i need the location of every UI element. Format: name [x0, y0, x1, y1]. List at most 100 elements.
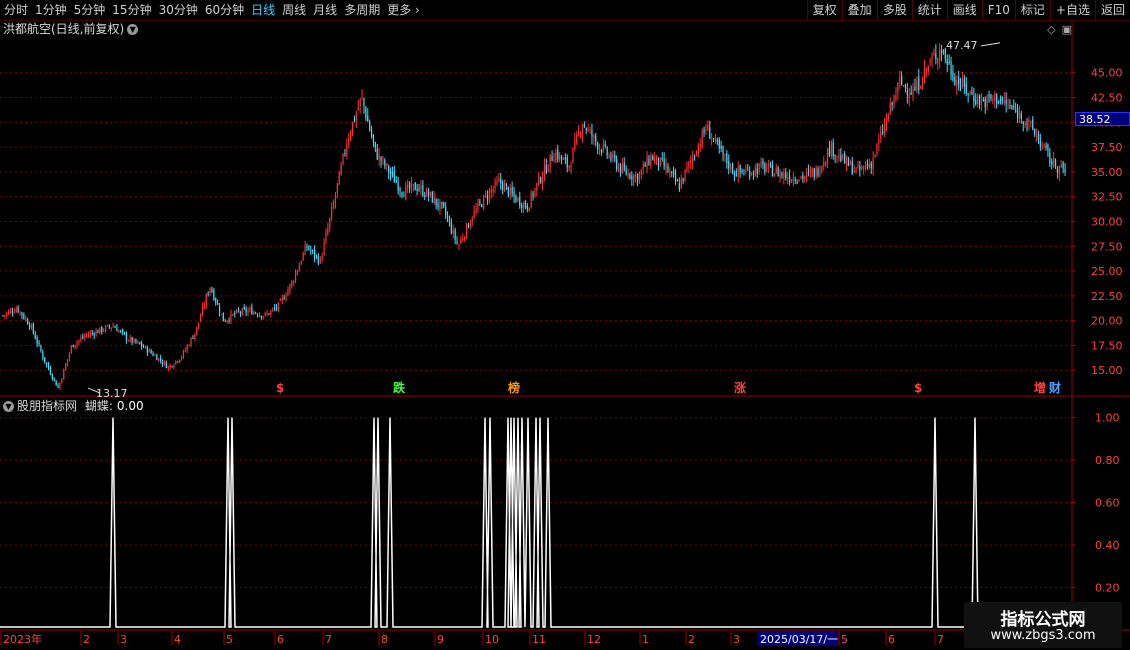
candle-body [99, 327, 101, 334]
toolbar-button-0[interactable]: 复权 [806, 0, 842, 20]
candle-body [530, 192, 532, 208]
watermark: 指标公式网 www.zbgs3.com [964, 602, 1122, 648]
candle-body [310, 249, 312, 251]
candle-body [397, 182, 399, 191]
tab-4[interactable]: 30分钟 [159, 0, 198, 20]
tab-3[interactable]: 15分钟 [112, 0, 151, 20]
candle-body [1011, 105, 1013, 109]
candle-body [2, 315, 4, 317]
candle-body [1053, 157, 1055, 167]
candle-body [914, 86, 916, 91]
candle-body [676, 180, 679, 182]
candle-body [604, 143, 606, 146]
candle-body [754, 167, 756, 176]
candle-body [929, 61, 931, 63]
candle-body [289, 284, 291, 291]
candle-body [931, 57, 933, 61]
candle-body [167, 366, 169, 369]
candle-body [475, 208, 477, 213]
candle-body [287, 289, 289, 296]
candle-body [450, 222, 452, 233]
candle-body [460, 239, 462, 244]
window-toggle-icon[interactable]: ▣ [1062, 23, 1072, 36]
candle-body [807, 169, 810, 172]
candle-body [579, 133, 582, 135]
tab-8[interactable]: 月线 [313, 0, 337, 20]
candle-body [617, 166, 620, 171]
candle-body [76, 342, 78, 346]
toolbar-button-5[interactable]: F10 [981, 0, 1015, 20]
chevron-down-icon[interactable]: ▼ [127, 24, 139, 35]
tab-6[interactable]: 日线 [251, 0, 275, 20]
candle-body [380, 156, 382, 162]
candle-body [435, 198, 437, 205]
candle-body [188, 345, 190, 347]
candle-body [192, 337, 194, 339]
chart-canvas[interactable]: 45.00 42.50 4 0.00 37.50 35.00 32.50 30.00 27.50… [0, 0, 1130, 650]
candle-body [17, 307, 19, 312]
candle-body [108, 325, 110, 328]
diamond-icon[interactable]: ◇ [1047, 23, 1055, 36]
candle-body [175, 360, 177, 364]
time-axis-label: 8 [381, 633, 388, 646]
tab-2[interactable]: 5分钟 [74, 0, 106, 20]
candle-body [211, 289, 213, 293]
candle-body [714, 136, 717, 141]
candle-body [222, 312, 224, 322]
candle-body [469, 223, 471, 227]
candle-body [674, 173, 677, 182]
tab-7[interactable]: 周线 [282, 0, 306, 20]
candle-body [133, 339, 135, 343]
candle-body [306, 246, 308, 248]
tab-0[interactable]: 分时 [4, 0, 28, 20]
candle-body [994, 93, 996, 101]
toolbar-button-2[interactable]: 多股 [876, 0, 912, 20]
toolbar-button-3[interactable]: 统计 [911, 0, 947, 20]
price-axis-label: 17.50 [1091, 339, 1123, 352]
time-axis-label: 1 [642, 633, 649, 646]
top-toolbar: 分时 1分钟 5分钟 15分钟 30分钟 60分钟 日线 周线 月线 多周期 更多 › 复权 叠加 多股… [0, 0, 1130, 21]
tab-10[interactable]: 更多 › [387, 0, 420, 20]
candle-body [454, 229, 456, 240]
toolbar-button-8[interactable]: 返回 [1094, 0, 1130, 20]
candle-body [916, 79, 918, 92]
toolbar-button-4[interactable]: 画线 [946, 0, 982, 20]
candle-body [120, 330, 122, 332]
candle-body [226, 320, 228, 322]
candle-body [207, 293, 209, 295]
tab-5[interactable]: 60分钟 [205, 0, 244, 20]
candle-body [236, 309, 238, 313]
candle-body [488, 190, 490, 202]
candle-body [937, 57, 939, 63]
toolbar-button-7[interactable]: +自选 [1049, 0, 1095, 20]
stock-title[interactable]: 洪都航空(日线,前复权) ▼ [3, 21, 139, 37]
price-axis-label: 15.00 [1091, 364, 1123, 377]
candle-body [46, 362, 48, 365]
candle-body [281, 297, 283, 301]
candle-body [545, 164, 547, 173]
indicator-line [0, 417, 1072, 628]
candle-body [462, 238, 464, 241]
candle-body [418, 188, 420, 191]
event-marker: $ [276, 381, 284, 395]
candle-body [431, 191, 433, 203]
watermark-url: www.zbgs3.com [990, 628, 1096, 643]
chevron-down-icon[interactable]: ▼ [3, 401, 14, 412]
candle-body [1007, 105, 1009, 107]
tab-9[interactable]: 多周期 [344, 0, 380, 20]
candle-body [927, 66, 929, 72]
candle-body [213, 290, 215, 300]
candle-body [813, 168, 815, 178]
candle-body [1015, 110, 1017, 112]
tab-1[interactable]: 1分钟 [35, 0, 67, 20]
candle-body [28, 324, 31, 328]
candle-body [376, 149, 378, 160]
toolbar-button-6[interactable]: 标记 [1014, 0, 1050, 20]
indicator-title[interactable]: ▼ 股朋指标网 蝴蝶: 0.00 [3, 398, 144, 414]
price-axis-label: 30.00 [1091, 215, 1123, 228]
candle-body [401, 192, 403, 196]
candle-body [59, 382, 61, 389]
price-axis-label: 37.50 [1091, 141, 1123, 154]
candle-body [728, 160, 730, 169]
toolbar-button-1[interactable]: 叠加 [841, 0, 877, 20]
